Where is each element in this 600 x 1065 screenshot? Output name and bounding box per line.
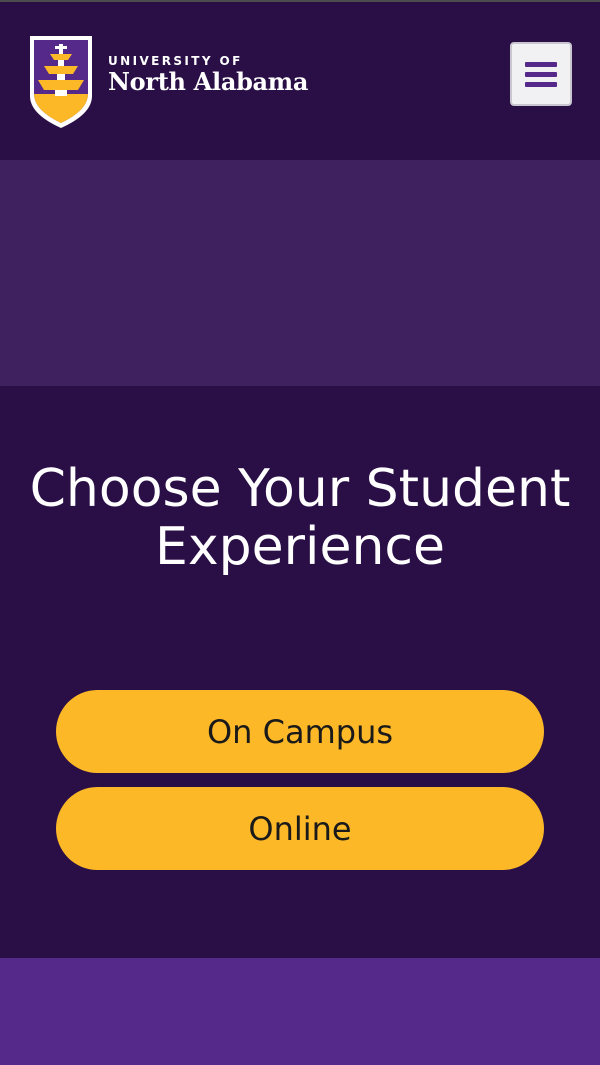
online-button[interactable]: Online xyxy=(56,787,544,870)
hero-banner xyxy=(0,160,600,386)
next-section-band xyxy=(0,958,600,1065)
wordmark-line1: UNIVERSITY OF xyxy=(108,54,243,68)
hamburger-menu-icon xyxy=(525,61,557,67)
fountain-shield-icon xyxy=(30,36,92,128)
section-title: Choose Your Student Experience xyxy=(29,459,571,577)
site-header: UNIVERSITY OF North Alabama xyxy=(0,0,600,160)
on-campus-button[interactable]: On Campus xyxy=(56,690,544,773)
wordmark: UNIVERSITY OF North Alabama xyxy=(108,54,308,96)
menu-button[interactable] xyxy=(510,42,572,106)
experience-chooser: Choose Your Student Experience On Campus… xyxy=(0,386,600,958)
wordmark-line2: North Alabama xyxy=(108,67,309,96)
university-logo[interactable]: UNIVERSITY OF North Alabama xyxy=(28,34,308,130)
